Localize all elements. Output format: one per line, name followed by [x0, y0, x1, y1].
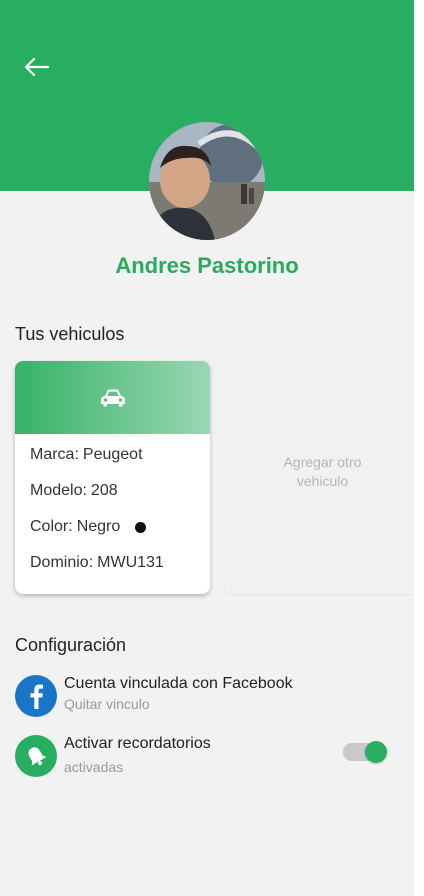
vehicle-card-header [15, 361, 210, 434]
toggle-knob [365, 741, 387, 763]
facebook-link-title: Cuenta vinculada con Facebook [64, 675, 293, 692]
model-label: Modelo: [30, 482, 87, 499]
settings-section-title: Configuración [15, 635, 127, 655]
add-vehicle-card[interactable]: Agregar otro vehiculo [225, 361, 414, 594]
brand-label: Marca: [30, 446, 79, 463]
reminders-row: Activar recordatorios activadas [15, 735, 395, 779]
vehicle-brand-row: Marca: Peugeot [30, 446, 143, 464]
reminders-title: Activar recordatorios [64, 735, 211, 752]
unlink-facebook-link[interactable]: Quitar vinculo [64, 696, 150, 712]
color-label: Color: [30, 518, 73, 535]
vehicle-model-row: Modelo: 208 [30, 482, 118, 500]
plate-label: Dominio: [30, 554, 94, 571]
color-swatch [135, 521, 147, 533]
avatar[interactable] [149, 122, 265, 240]
plate-value: MWU131 [97, 554, 164, 571]
bell-icon [15, 735, 57, 777]
profile-screen: Andres Pastorino Tus vehiculos Marca: Pe… [0, 0, 414, 896]
vehicle-plate-row: Dominio: MWU131 [30, 554, 164, 572]
add-vehicle-label: Agregar otro vehiculo [283, 454, 362, 489]
brand-value: Peugeot [82, 446, 143, 463]
facebook-link-row[interactable]: Cuenta vinculada con Facebook Quitar vin… [15, 675, 395, 719]
reminders-toggle[interactable] [343, 741, 387, 763]
model-value: 208 [90, 482, 118, 499]
arrow-left-icon [24, 57, 49, 77]
vehicles-section-title: Tus vehiculos [15, 324, 125, 344]
back-button[interactable] [18, 52, 54, 82]
reminders-status: activadas [64, 759, 124, 775]
vehicle-color-row: Color: Negro [30, 518, 147, 536]
profile-photo [149, 122, 265, 240]
color-value: Negro [76, 518, 121, 535]
car-icon [100, 389, 125, 406]
facebook-icon [15, 675, 57, 717]
profile-name: Andres Pastorino [115, 253, 299, 278]
vehicle-card[interactable]: Marca: Peugeot Modelo: 208 Color: Negro … [15, 361, 210, 594]
